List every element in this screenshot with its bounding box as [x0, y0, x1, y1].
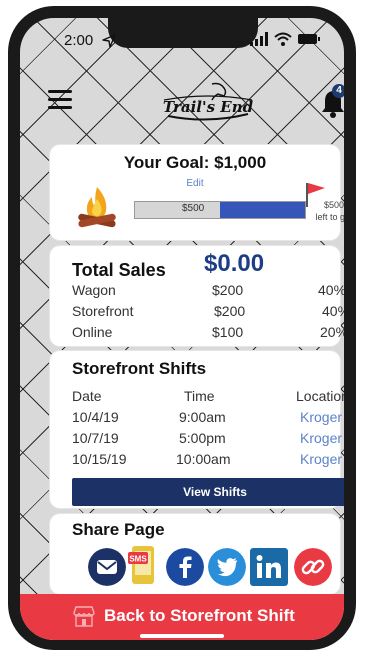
- total-sales-card: Total Sales $0.00 Wagon $200 40% Storefr…: [50, 246, 344, 346]
- link-icon[interactable]: [294, 548, 332, 586]
- sales-channel: Storefront: [72, 303, 134, 319]
- goal-card: Your Goal: $1,000 Edit $500 $500 left to…: [50, 145, 344, 240]
- view-shifts-button[interactable]: View Shifts: [72, 478, 344, 506]
- sales-amount: $200: [212, 282, 244, 298]
- phone-frame: 2:00 Trail's End 4 Your Goal: $1,000 Edi…: [8, 6, 356, 650]
- shift-location-link[interactable]: Kroger: [300, 451, 342, 467]
- total-sales-amount: $0.00: [204, 250, 265, 277]
- goal-remaining: $500 left to go.: [302, 199, 344, 223]
- shift-time: 5:00pm: [179, 430, 226, 446]
- sms-label: SMS: [129, 555, 147, 564]
- home-indicator[interactable]: [140, 634, 224, 638]
- goal-progress-label: $500: [182, 203, 205, 214]
- share-page-card: Share Page SMS: [50, 514, 340, 594]
- wifi-icon: [274, 32, 292, 46]
- sales-channel: Online: [72, 324, 113, 340]
- sales-amount: $100: [212, 324, 244, 340]
- notification-button[interactable]: 4: [320, 84, 344, 118]
- notification-badge: 4: [332, 84, 344, 98]
- column-header-location: Location: [296, 388, 344, 404]
- shift-date: 10/15/19: [72, 451, 127, 467]
- share-page-title: Share Page: [72, 520, 165, 539]
- sales-percent: 20%: [320, 324, 344, 340]
- status-bar-right: [250, 32, 320, 46]
- status-time: 2:00: [64, 32, 94, 49]
- shift-location-link[interactable]: Kroger: [300, 430, 342, 446]
- share-icons-row: SMS: [88, 542, 344, 590]
- logo-text: Trail's End: [162, 98, 254, 116]
- app-header: Trail's End 4: [20, 68, 344, 138]
- shift-location-link[interactable]: Kroger: [300, 409, 342, 425]
- facebook-icon[interactable]: [166, 548, 204, 586]
- storefront-icon: [73, 606, 95, 627]
- column-header-time: Time: [184, 388, 215, 404]
- campfire-icon: [78, 187, 116, 228]
- app-screen: 2:00 Trail's End 4 Your Goal: $1,000 Edi…: [20, 18, 344, 640]
- location-arrow-icon: [102, 33, 116, 48]
- sales-amount: $200: [214, 303, 246, 319]
- sales-channel: Wagon: [72, 282, 116, 298]
- shift-time: 10:00am: [176, 451, 231, 467]
- storefront-shifts-title: Storefront Shifts: [72, 359, 207, 378]
- back-to-storefront-shift-label: Back to Storefront Shift: [104, 606, 295, 625]
- back-to-storefront-shift-button[interactable]: Back to Storefront Shift: [20, 594, 344, 640]
- shift-date: 10/4/19: [72, 409, 119, 425]
- sales-percent: 40%: [318, 282, 344, 298]
- sms-icon[interactable]: SMS: [126, 544, 160, 586]
- goal-remaining-text: left to go.: [315, 212, 344, 222]
- phone-notch: [108, 18, 258, 48]
- goal-progress-fill: [220, 202, 305, 218]
- goal-remaining-amount: $500: [323, 200, 344, 210]
- total-sales-title: Total Sales: [72, 260, 166, 280]
- storefront-shifts-card: Storefront Shifts Date Time Location 10/…: [50, 351, 344, 508]
- trails-end-logo: Trail's End: [160, 80, 256, 124]
- shift-date: 10/7/19: [72, 430, 119, 446]
- column-header-date: Date: [72, 388, 102, 404]
- email-icon[interactable]: [88, 548, 126, 586]
- sales-percent: 40%: [322, 303, 344, 319]
- hamburger-menu-icon[interactable]: [48, 90, 72, 110]
- twitter-icon[interactable]: [208, 548, 246, 586]
- signal-icon: [250, 32, 268, 46]
- linkedin-icon[interactable]: [250, 548, 288, 586]
- goal-title: Your Goal: $1,000: [123, 153, 267, 172]
- status-bar-left: 2:00: [64, 32, 117, 49]
- shift-time: 9:00am: [179, 409, 226, 425]
- battery-icon: [298, 34, 320, 44]
